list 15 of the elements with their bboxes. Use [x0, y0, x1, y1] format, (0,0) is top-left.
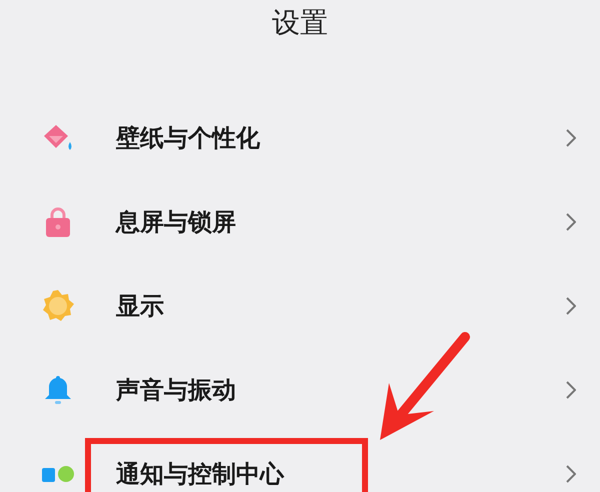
- settings-item[interactable]: 声音与振动: [85, 354, 320, 426]
- settings-item[interactable]: 壁纸与个性化: [85, 102, 344, 174]
- chevron-right-icon: [566, 129, 576, 147]
- page-title: 设置: [272, 5, 328, 41]
- settings-item[interactable]: 显示: [85, 270, 248, 342]
- settings-item[interactable]: 息屏与锁屏: [85, 186, 320, 258]
- chevron-right-icon: [566, 465, 576, 483]
- chevron-right-icon: [566, 381, 576, 399]
- bell-icon: [43, 374, 73, 406]
- lock-icon: [45, 206, 71, 238]
- chevron-right-icon: [566, 297, 576, 315]
- chevron-right-icon: [566, 213, 576, 231]
- tiles-icon: [42, 466, 74, 482]
- sun-icon: [41, 289, 75, 323]
- settings-item[interactable]: 通知与控制中心: [85, 438, 368, 492]
